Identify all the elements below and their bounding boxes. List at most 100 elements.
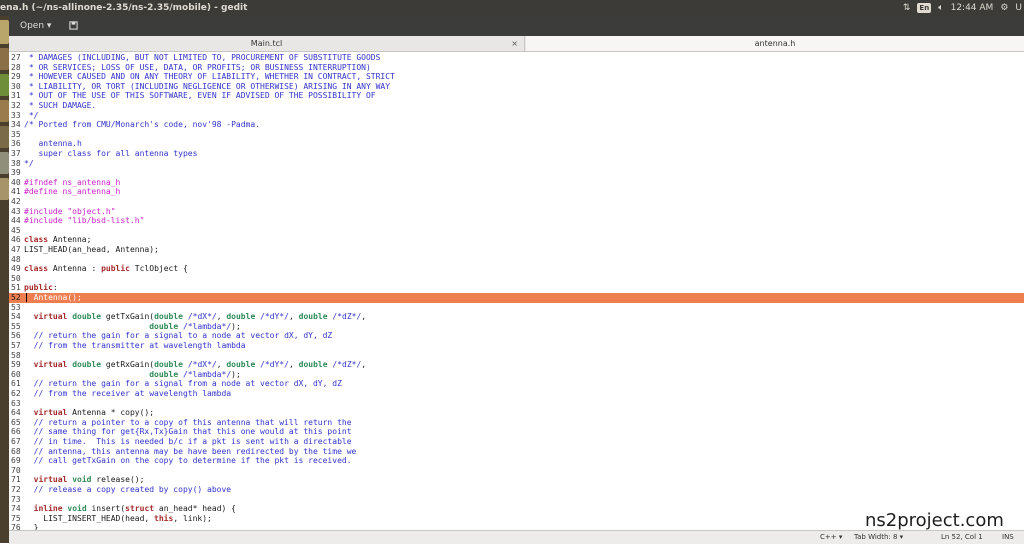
code-line[interactable]: 40 #ifndef ns_antenna_h xyxy=(9,178,1024,188)
launcher-app-icon[interactable] xyxy=(0,126,9,148)
code-line[interactable]: 68 // antenna, this antenna may be have … xyxy=(9,447,1024,457)
code-line[interactable]: 57 // from the transmitter at wavelength… xyxy=(9,341,1024,351)
code-line[interactable]: 63 xyxy=(9,399,1024,409)
code-token: release(); xyxy=(91,475,145,485)
code-token: // antenna, this antenna may be have bee… xyxy=(24,446,357,456)
code-line[interactable]: 67 // in time. This is needed b/c if a p… xyxy=(9,437,1024,447)
code-line[interactable]: 66 // same thing for get{Rx,Tx}Gain that… xyxy=(9,427,1024,437)
code-line[interactable]: 31 * OUT OF THE USE OF THIS SOFTWARE, EV… xyxy=(9,91,1024,101)
code-token: /*dZ*/ xyxy=(332,312,362,322)
code-line[interactable]: 55 double /*lambda*/); xyxy=(9,322,1024,332)
close-icon[interactable]: × xyxy=(511,36,518,51)
code-line[interactable]: 58 xyxy=(9,351,1024,361)
code-token: antenna.h xyxy=(24,139,82,149)
user-indicator[interactable]: U xyxy=(1015,0,1022,16)
code-token: TclObject { xyxy=(129,264,188,274)
code-line[interactable]: 42 xyxy=(9,197,1024,207)
line-number: 41 xyxy=(11,187,21,197)
line-number: 49 xyxy=(11,264,21,274)
code-line[interactable]: 69 // call getTxGain on the copy to dete… xyxy=(9,456,1024,466)
code-token: double xyxy=(149,369,179,379)
launcher-app-icon[interactable] xyxy=(0,74,9,96)
system-tray: ⇅ En 🔈︎ 12:44 AM ⚙ U xyxy=(903,0,1024,16)
code-line[interactable]: 71 virtual void release(); xyxy=(9,475,1024,485)
launcher-app-icon[interactable] xyxy=(0,100,9,122)
line-number: 69 xyxy=(11,456,21,466)
volume-icon[interactable]: 🔈︎ xyxy=(938,0,943,16)
code-line[interactable]: 45 xyxy=(9,226,1024,236)
code-token: , xyxy=(289,360,299,370)
code-token: // return a pointer to a copy of this an… xyxy=(24,417,352,427)
language-selector[interactable]: C++ ▾ xyxy=(820,531,842,544)
code-line[interactable]: 62 // from the receiver at wavelength la… xyxy=(9,389,1024,399)
code-line[interactable]: 52 Antenna(); xyxy=(9,293,1024,303)
code-line[interactable]: 70 xyxy=(9,466,1024,476)
code-line[interactable]: 72 // release a copy created by copy() a… xyxy=(9,485,1024,495)
code-editor[interactable]: 27 * DAMAGES (INCLUDING, BUT NOT LIMITED… xyxy=(9,52,1024,530)
code-token: // release a copy created by copy() abov… xyxy=(24,485,232,494)
code-token: // call getTxGain on the copy to determi… xyxy=(24,456,352,466)
code-line[interactable]: 44 #include "lib/bsd-list.h" xyxy=(9,216,1024,226)
status-bar: C++ ▾ Tab Width: 8 ▾ Ln 52, Col 1 INS xyxy=(9,530,1024,544)
code-line[interactable]: 53 xyxy=(9,303,1024,313)
line-number: 66 xyxy=(11,427,21,437)
code-line[interactable]: 49 class Antenna : public TclObject { xyxy=(9,264,1024,274)
launcher-app-icon[interactable] xyxy=(0,178,9,200)
code-token: void xyxy=(67,504,87,514)
code-line[interactable]: 30 * LIABILITY, OR TORT (INCLUDING NEGLI… xyxy=(9,82,1024,92)
code-line[interactable]: 37 super class for all antenna types xyxy=(9,149,1024,159)
line-number: 62 xyxy=(11,389,21,398)
code-token: double xyxy=(154,312,183,322)
code-line[interactable]: 48 xyxy=(9,255,1024,265)
code-line[interactable]: 27 * DAMAGES (INCLUDING, BUT NOT LIMITED… xyxy=(9,53,1024,63)
tab-antenna-h[interactable]: antenna.h xyxy=(526,36,1024,51)
code-line[interactable]: 29 * HOWEVER CAUSED AND ON ANY THEORY OF… xyxy=(9,72,1024,82)
code-line[interactable]: 32 * SUCH DAMAGE. xyxy=(9,101,1024,111)
code-line[interactable]: 50 xyxy=(9,274,1024,284)
clock[interactable]: 12:44 AM xyxy=(951,0,994,16)
code-line[interactable]: 28 * OR SERVICES; LOSS OF USE, DATA, OR … xyxy=(9,63,1024,73)
code-line[interactable]: 64 virtual Antenna * copy(); xyxy=(9,408,1024,418)
settings-gear-icon[interactable]: ⚙ xyxy=(1000,0,1008,16)
code-token: struct xyxy=(125,504,155,514)
code-line[interactable]: 39 xyxy=(9,168,1024,178)
code-line[interactable]: 38 */ xyxy=(9,159,1024,169)
line-number: 58 xyxy=(11,350,21,360)
code-line[interactable]: 59 virtual double getRxGain(double /*dX*… xyxy=(9,360,1024,370)
code-token: double xyxy=(226,312,256,322)
code-line[interactable]: 33 */ xyxy=(9,111,1024,121)
code-line[interactable]: 43 #include "object.h" xyxy=(9,207,1024,217)
tab-main-tcl[interactable]: Main.tcl × xyxy=(9,36,525,51)
open-button[interactable]: Open ▾ xyxy=(15,19,56,33)
code-line[interactable]: 54 virtual double getTxGain(double /*dX*… xyxy=(9,312,1024,322)
code-line[interactable]: 46 class Antenna; xyxy=(9,235,1024,245)
code-line[interactable]: 51 public: xyxy=(9,283,1024,293)
code-line[interactable]: 56 // return the gain for a signal to a … xyxy=(9,331,1024,341)
code-line[interactable]: 35 xyxy=(9,130,1024,140)
launcher-app-icon[interactable] xyxy=(0,152,9,174)
watermark-text: ns2project.com xyxy=(865,510,1004,531)
code-token: /*lambda*/ xyxy=(182,369,232,379)
code-line[interactable]: 36 antenna.h xyxy=(9,139,1024,149)
tab-width-selector[interactable]: Tab Width: 8 ▾ xyxy=(854,531,903,544)
code-line[interactable]: 47 LIST_HEAD(an_head, Antenna); xyxy=(9,245,1024,255)
code-token: double xyxy=(72,312,102,322)
code-line[interactable]: 34/* Ported from CMU/Monarch's code, nov… xyxy=(9,120,1024,130)
code-line[interactable]: 60 double /*lambda*/); xyxy=(9,370,1024,380)
keyboard-sort-icon[interactable]: ⇅ xyxy=(903,0,911,16)
code-line[interactable]: 65 // return a pointer to a copy of this… xyxy=(9,418,1024,428)
code-line[interactable]: 41 #define ns_antenna_h xyxy=(9,187,1024,197)
code-line[interactable]: 73 xyxy=(9,495,1024,505)
launcher-app-icon[interactable] xyxy=(0,48,9,70)
save-icon[interactable] xyxy=(67,19,79,33)
line-number: 40 xyxy=(11,177,21,187)
code-line[interactable]: 61 // return the gain for a signal from … xyxy=(9,379,1024,389)
language-indicator[interactable]: En xyxy=(917,3,932,13)
code-token: super class for all antenna types xyxy=(24,149,198,158)
code-token: virtual xyxy=(33,475,68,485)
line-number: 37 xyxy=(11,149,21,158)
code-token: // from the transmitter at wavelength la… xyxy=(24,341,246,350)
launcher-app-icon[interactable] xyxy=(0,20,9,44)
